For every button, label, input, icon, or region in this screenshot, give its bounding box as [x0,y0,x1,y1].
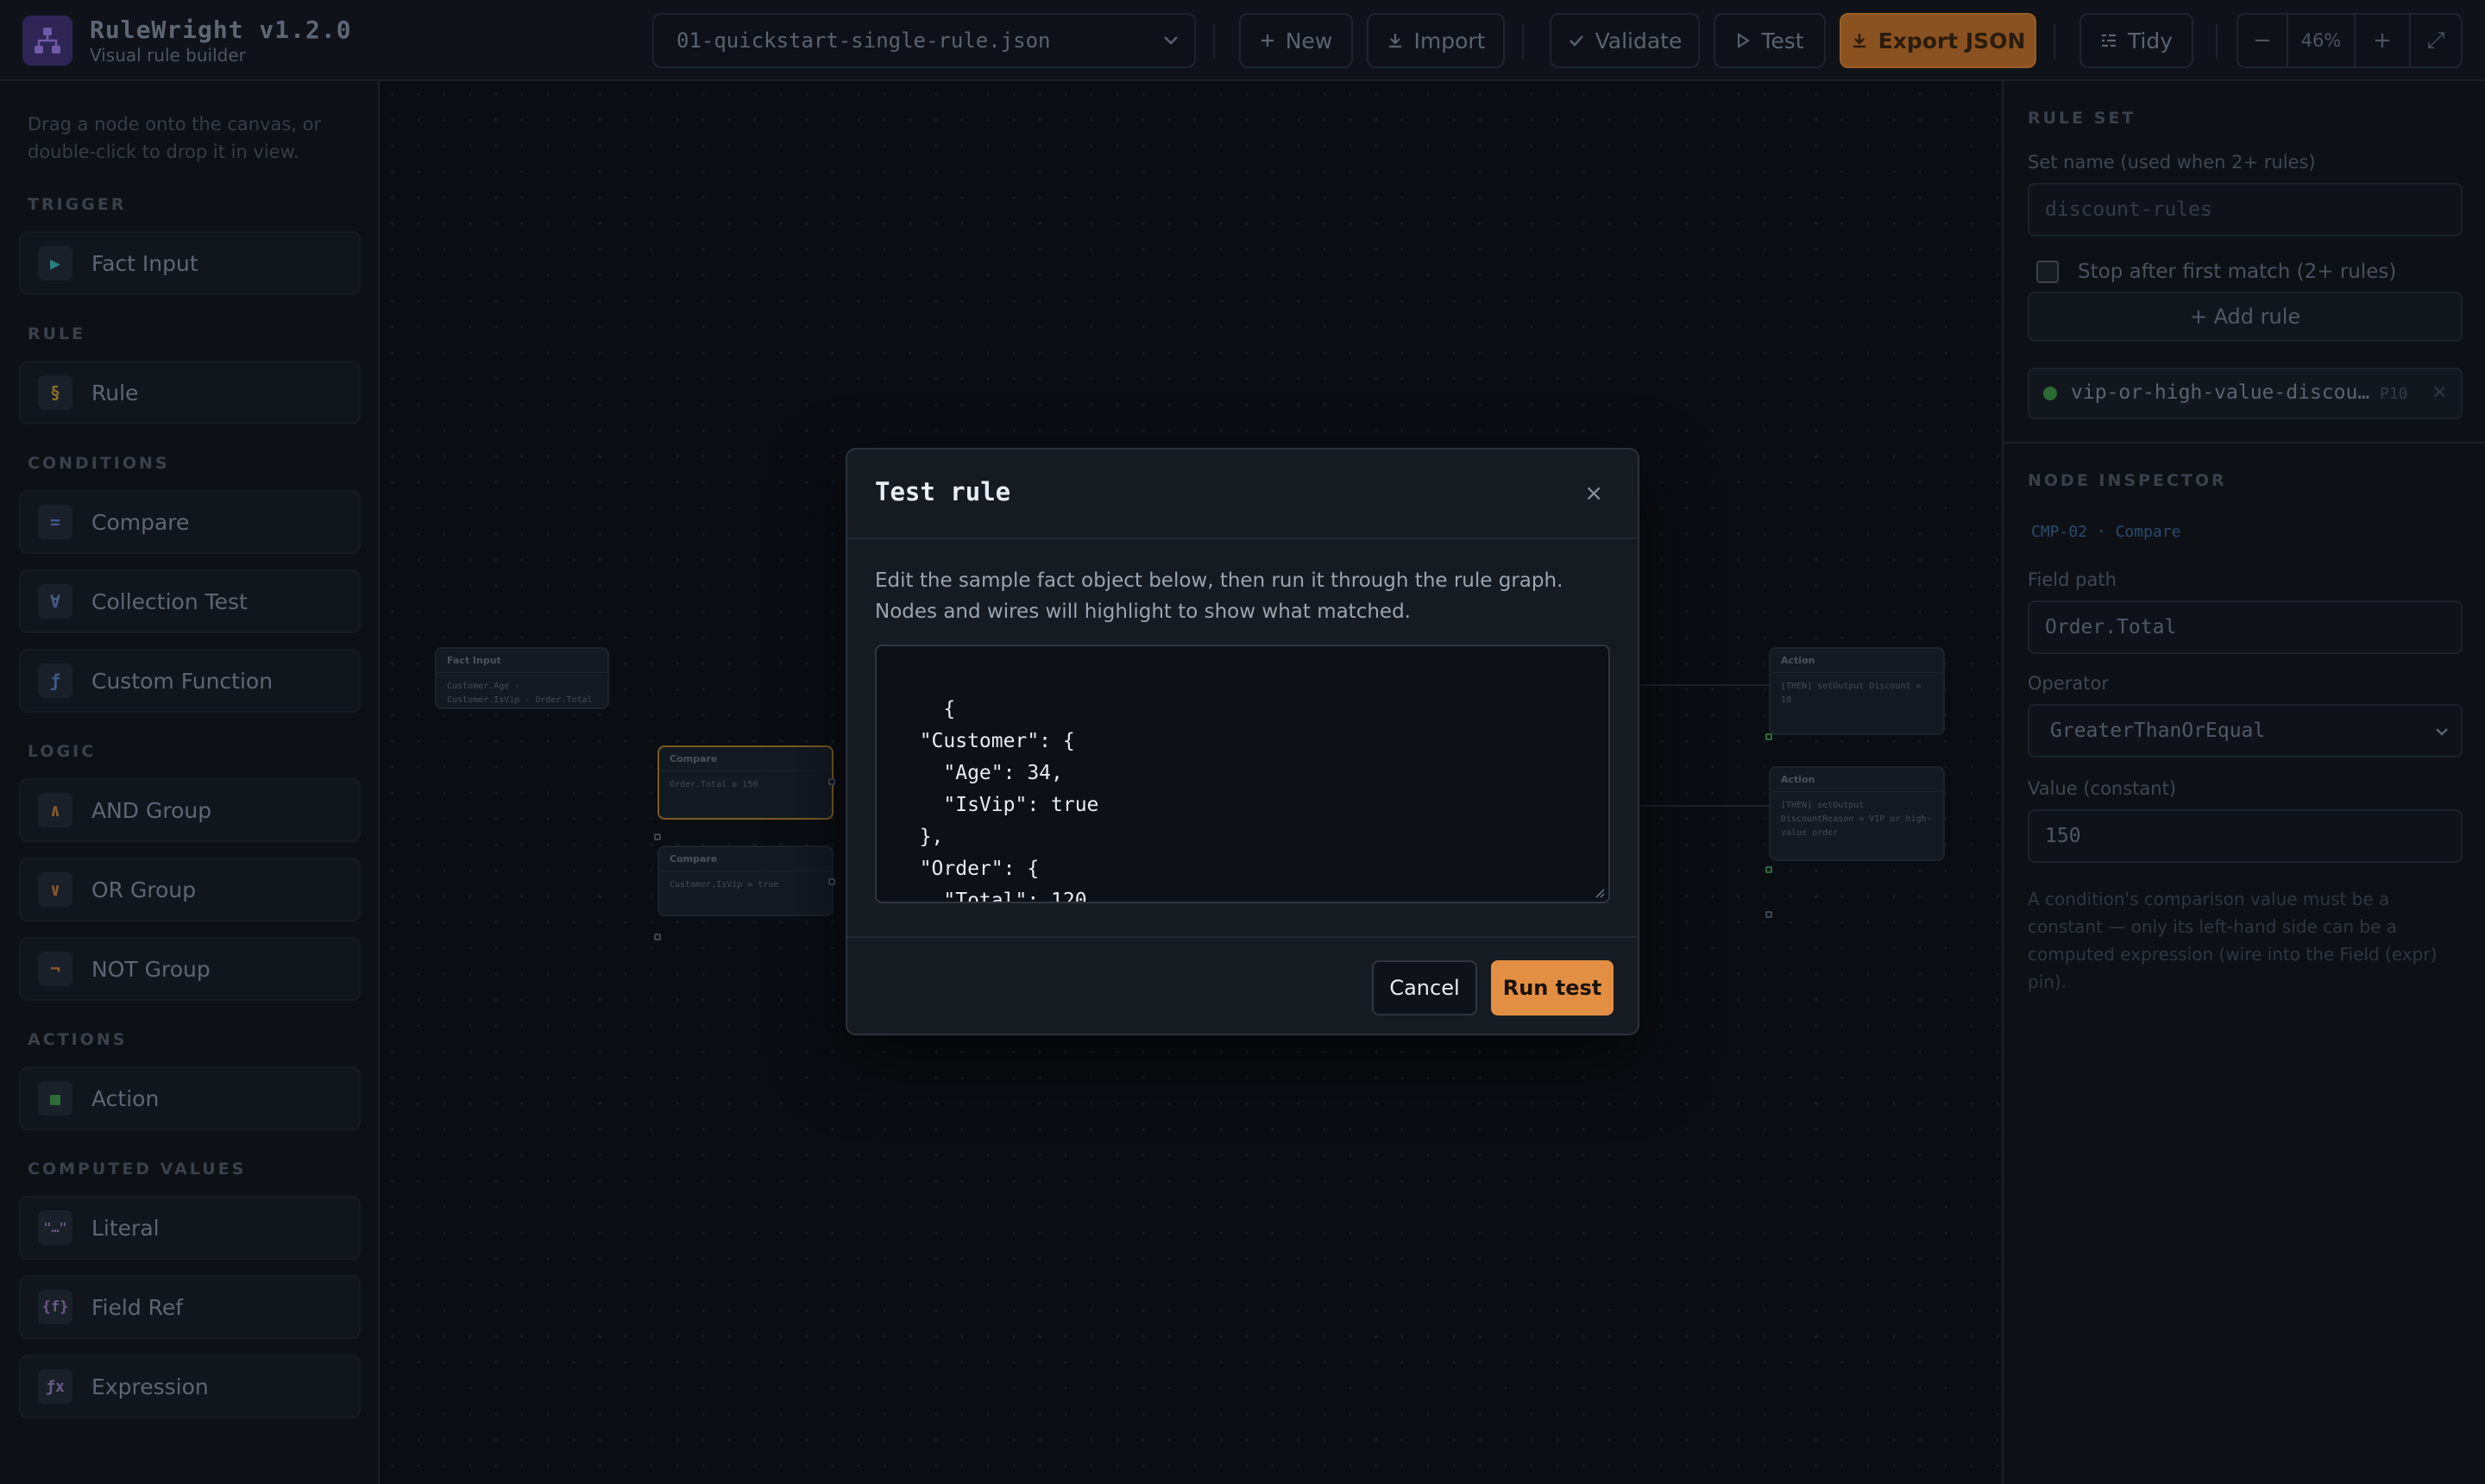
sample-fact-json: { "Customer": { "Age": 34, "IsVip": true… [919,698,1099,903]
cancel-button[interactable]: Cancel [1372,960,1477,1016]
dialog-header: Test rule × [847,450,1638,539]
dialog-description: Edit the sample fact object below, then … [875,569,1563,623]
close-icon[interactable]: × [1584,481,1603,506]
test-rule-dialog: Test rule × Edit the sample fact object … [846,448,1639,1035]
resize-handle-icon[interactable] [1593,886,1605,898]
sample-fact-textarea[interactable]: { "Customer": { "Age": 34, "IsVip": true… [875,645,1610,903]
run-test-button[interactable]: Run test [1491,960,1614,1016]
dialog-footer-divider [847,936,1638,938]
dialog-title: Test rule [875,477,1011,506]
